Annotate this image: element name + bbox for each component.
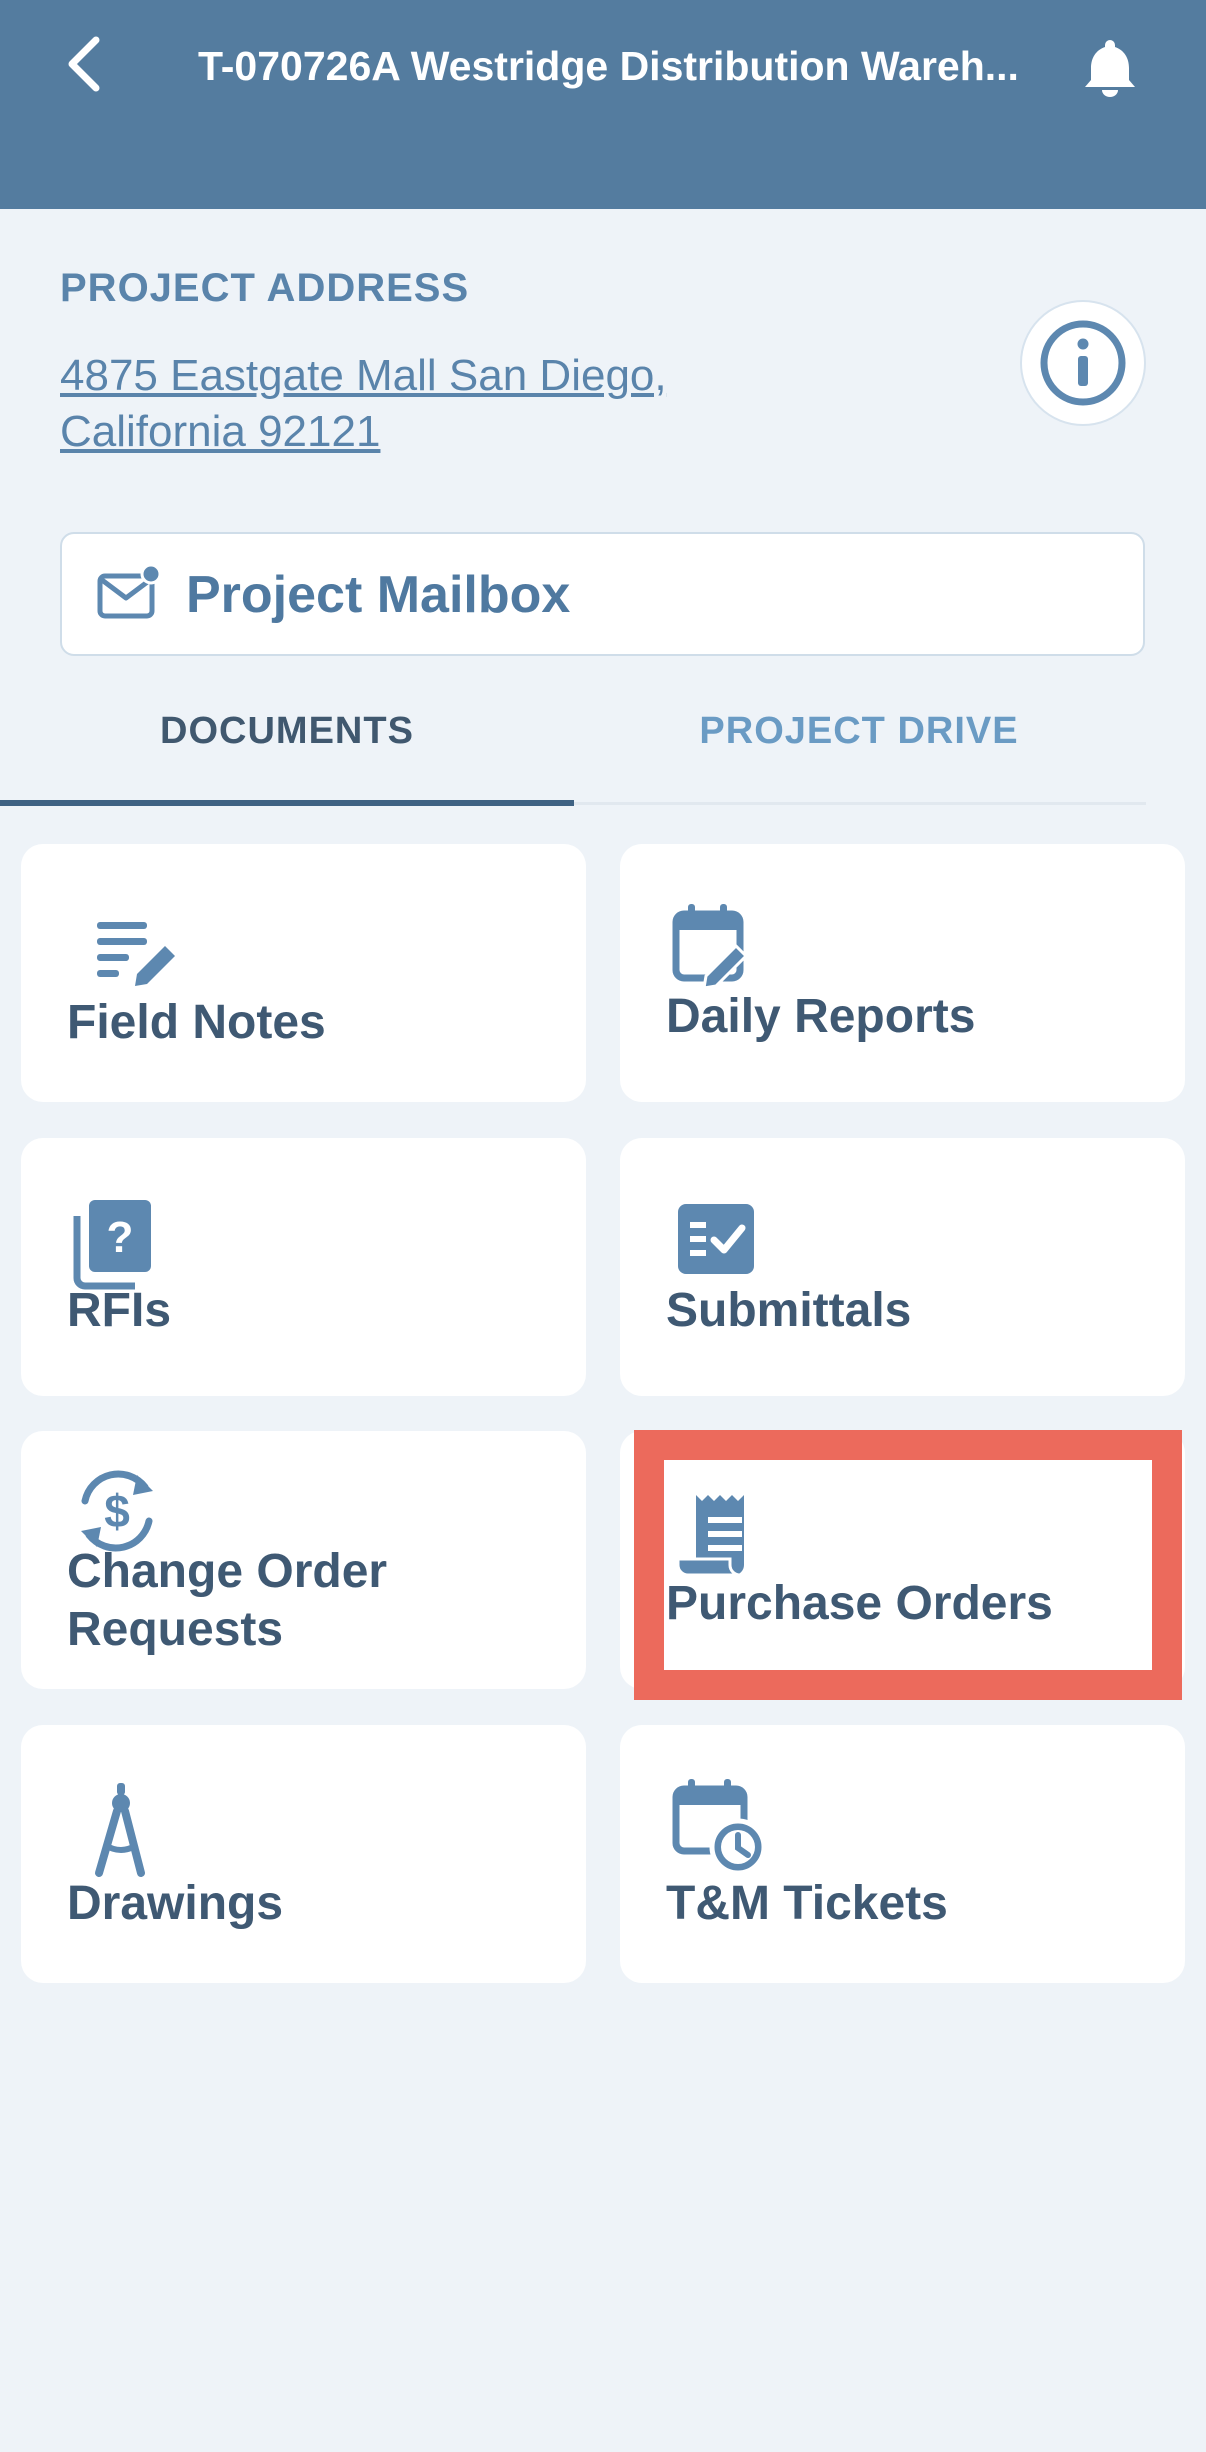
project-info-button[interactable] — [1020, 300, 1146, 426]
tile-tm-tickets[interactable]: T&M Tickets — [620, 1725, 1185, 1983]
bell-icon — [1085, 40, 1135, 97]
project-title: T-070726A Westridge Distribution Wareh..… — [198, 43, 1019, 89]
mail-notification-icon — [97, 564, 162, 619]
tile-rfis[interactable]: ? RFIs — [21, 1138, 586, 1396]
tile-label: T&M Tickets — [666, 1877, 948, 1930]
question-document-icon: ? — [73, 1200, 151, 1290]
app-header: T-070726A Westridge Distribution Wareh..… — [0, 0, 1206, 209]
project-address-link[interactable]: 4875 Eastgate Mall San Diego, California… — [60, 348, 780, 460]
tile-daily-reports[interactable]: Daily Reports — [620, 844, 1185, 1102]
project-mailbox-label: Project Mailbox — [186, 566, 571, 624]
tile-label: Drawings — [67, 1877, 284, 1930]
calendar-clock-icon — [672, 1779, 767, 1876]
selection-highlight — [634, 1430, 1182, 1700]
document-tabs: DOCUMENTS PROJECT DRIVE — [0, 690, 1206, 808]
chevron-left-icon — [68, 36, 100, 92]
calendar-edit-icon — [672, 904, 749, 990]
address-line-1: 4875 Eastgate Mall San Diego, — [60, 351, 667, 400]
active-tab-indicator — [0, 800, 574, 806]
tab-project-drive[interactable]: PROJECT DRIVE — [574, 690, 1144, 800]
tab-documents[interactable]: DOCUMENTS — [0, 690, 574, 800]
address-line-2: California 92121 — [60, 407, 381, 456]
svg-text:$: $ — [104, 1485, 130, 1537]
tile-change-order-requests[interactable]: $ Change Order Requests — [21, 1431, 586, 1689]
tile-label: Field Notes — [67, 996, 326, 1049]
tile-submittals[interactable]: Submittals — [620, 1138, 1185, 1396]
notifications-button[interactable] — [1080, 36, 1140, 98]
tile-label-line-1: Change Order — [67, 1545, 388, 1598]
tab-divider — [574, 802, 1146, 805]
back-button[interactable] — [54, 34, 114, 94]
tile-label: Daily Reports — [666, 990, 976, 1043]
svg-text:?: ? — [107, 1213, 134, 1262]
tile-label-line-2: Requests — [67, 1603, 284, 1656]
drafting-compass-icon — [95, 1783, 145, 1877]
tile-label: Change Order Requests — [67, 1543, 567, 1659]
tile-label: RFIs — [67, 1284, 172, 1337]
info-icon — [1040, 320, 1126, 406]
tile-drawings[interactable]: Drawings — [21, 1725, 586, 1983]
project-mailbox-button[interactable]: Project Mailbox — [60, 532, 1145, 656]
tile-field-notes[interactable]: Field Notes — [21, 844, 586, 1102]
project-address-label: PROJECT ADDRESS — [60, 266, 470, 310]
tile-label: Submittals — [666, 1284, 912, 1337]
